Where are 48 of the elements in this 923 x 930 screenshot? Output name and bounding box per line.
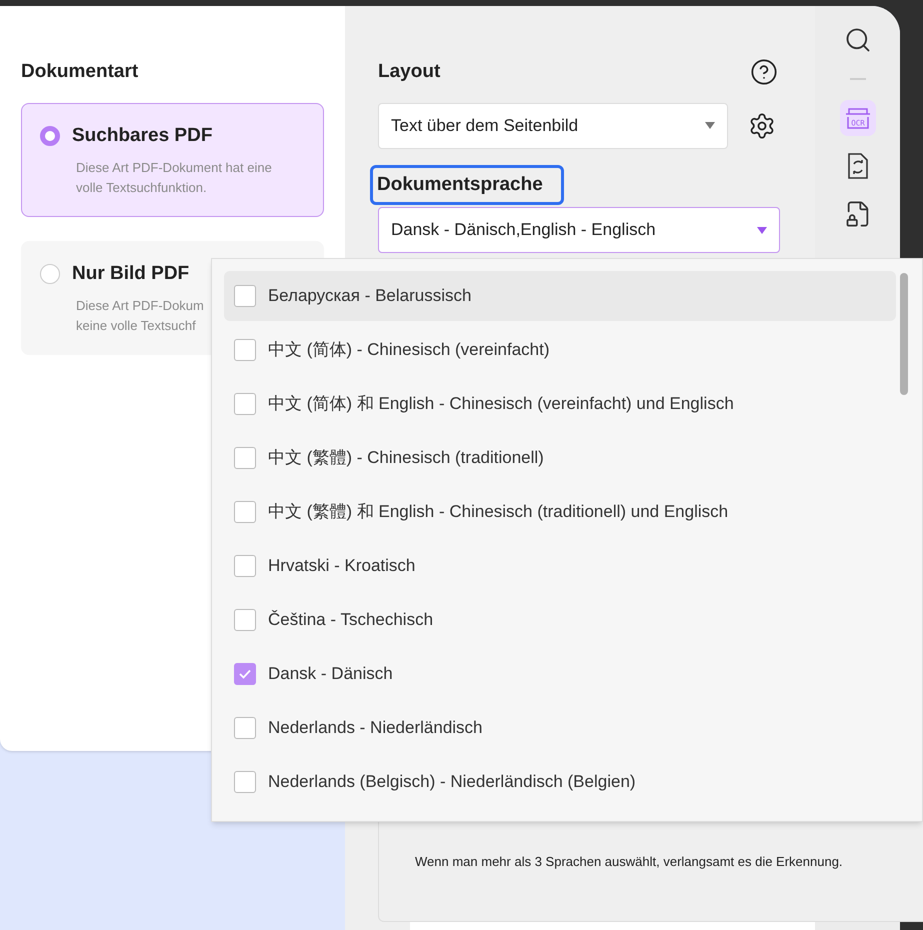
language-dropdown[interactable]: Dansk - Dänisch,English - Englisch [378, 207, 780, 253]
file-sync-icon [846, 152, 870, 180]
option-description: Diese Art PDF-Dokument hat eine volle Textsuchfunktion. [76, 159, 272, 197]
language-option[interactable]: 中文 (繁體) 和 English - Chinesisch (traditionell) und Englisch [224, 487, 896, 537]
language-label: 中文 (繁體) 和 English - Chinesisch (traditionell) und Englisch [268, 501, 728, 524]
option-title: Nur Bild PDF [72, 262, 190, 286]
checkbox[interactable] [234, 717, 256, 739]
language-option[interactable]: Dansk - Dänisch [224, 649, 896, 699]
language-label: Hrvatski - Kroatisch [268, 555, 416, 578]
language-option[interactable]: Hrvatski - Kroatisch [224, 541, 896, 591]
checkbox[interactable] [234, 447, 256, 469]
caret-icon [705, 122, 715, 129]
language-label: Čeština - Tschechisch [268, 609, 434, 632]
option-title: Suchbares PDF [72, 124, 212, 148]
language-label: Nederlands - Niederländisch [268, 717, 483, 740]
checkbox[interactable] [234, 285, 256, 307]
language-label: Dansk - Dänisch [268, 663, 393, 686]
section-heading: Dokumentart [21, 60, 140, 84]
language-option[interactable]: 中文 (简体) 和 English - Chinesisch (vereinfacht) und Englisch [224, 379, 896, 429]
option-description: Diese Art PDF-Dokum keine volle Textsuchf [76, 297, 204, 335]
checkbox[interactable] [234, 501, 256, 523]
language-option[interactable]: Nederlands - Niederländisch [224, 703, 896, 753]
checkbox[interactable] [234, 663, 256, 685]
help-icon[interactable] [750, 58, 778, 86]
scrollbar-thumb[interactable] [900, 273, 908, 395]
check-icon [239, 669, 251, 679]
caret-icon [757, 226, 767, 234]
checkbox[interactable] [234, 555, 256, 577]
language-option[interactable]: Беларуская - Belarussisch [224, 271, 896, 321]
language-label: 中文 (繁體) - Chinesisch (traditionell) [268, 447, 544, 470]
note-text: Wenn man mehr als 3 Sprachen auswählt, verlangsamt es die Erkennung. [415, 852, 843, 871]
document-type-option[interactable]: Suchbares PDF Diese Art PDF-Dokument hat eine volle Textsuchfunktion. [21, 102, 324, 216]
checkbox[interactable] [234, 609, 256, 631]
checkbox[interactable] [234, 771, 256, 793]
radio-button[interactable] [40, 264, 60, 284]
section-heading: Dokumentsprache [370, 164, 564, 205]
search-icon [844, 26, 872, 54]
language-label: Nederlands (Belgisch) - Niederländisch (Belgien) [268, 771, 636, 794]
checkbox[interactable] [234, 393, 256, 415]
language-label: 中文 (简体) 和 English - Chinesisch (vereinfacht) und Englisch [268, 393, 734, 416]
settings-icon[interactable] [748, 112, 776, 140]
layout-dropdown[interactable]: Text über dem Seitenbild [378, 102, 728, 148]
checkbox[interactable] [234, 339, 256, 361]
language-option[interactable]: 中文 (繁體) - Chinesisch (traditionell) [224, 433, 896, 483]
radio-button[interactable] [40, 126, 60, 146]
language-option[interactable]: Čeština - Tschechisch [224, 595, 896, 645]
language-option[interactable]: Nederlands (Belgisch) - Niederländisch (Belgien) [224, 757, 896, 807]
section-heading: Layout [378, 60, 440, 84]
